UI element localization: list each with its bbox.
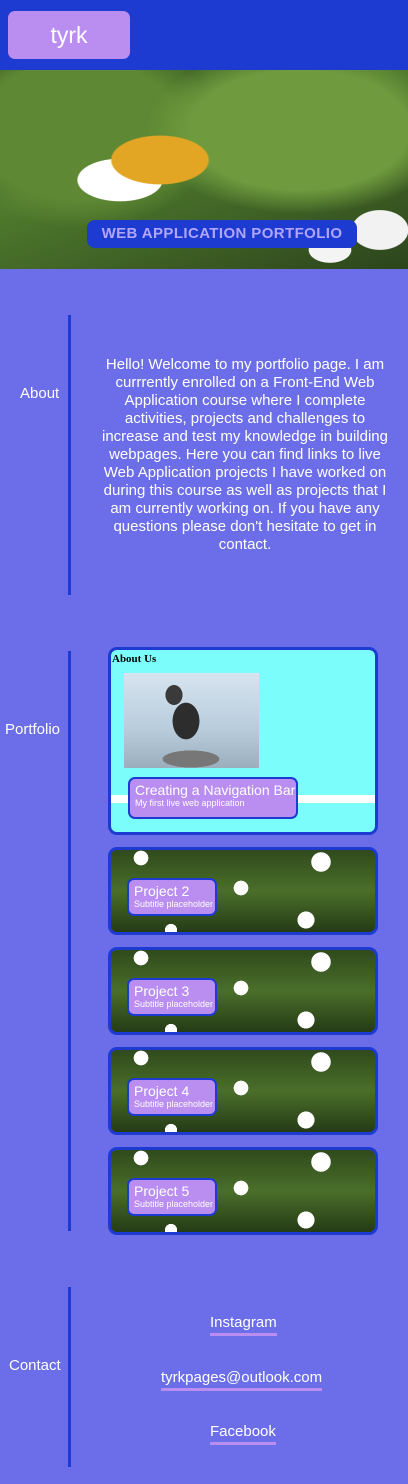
facebook-link[interactable]: Facebook	[210, 1423, 276, 1445]
about-divider	[68, 315, 71, 595]
husky-image	[124, 673, 259, 768]
project-card-1[interactable]: About Us Creating a Navigation Bar My fi…	[108, 647, 378, 835]
project-label: Project 3 Subtitle placeholder	[127, 978, 217, 1016]
portfolio-label: Portfolio	[5, 721, 61, 738]
project-label: Project 4 Subtitle placeholder	[127, 1078, 217, 1116]
instagram-link[interactable]: Instagram	[210, 1314, 277, 1336]
project-card-4[interactable]: Project 4 Subtitle placeholder	[108, 1047, 378, 1135]
logo[interactable]: tyrk	[8, 11, 130, 59]
project-title: Creating a Navigation Bar	[135, 782, 296, 798]
project-card-2[interactable]: Project 2 Subtitle placeholder	[108, 847, 378, 935]
project-label: Creating a Navigation Bar My first live …	[128, 777, 298, 819]
project-card-3[interactable]: Project 3 Subtitle placeholder	[108, 947, 378, 1035]
about-text: Hello! Welcome to my portfolio page. I a…	[101, 356, 388, 553]
portfolio-divider	[68, 651, 71, 1231]
project-label: Project 5 Subtitle placeholder	[127, 1178, 217, 1216]
header: tyrk	[0, 0, 408, 70]
project-subtitle: Subtitle placeholder	[134, 999, 214, 1009]
project-subtitle: My first live web application	[135, 798, 245, 808]
project-subtitle: Subtitle placeholder	[134, 1099, 214, 1109]
project-label: Project 2 Subtitle placeholder	[127, 878, 217, 916]
contact-divider	[68, 1287, 71, 1467]
project-title: Project 2	[134, 883, 190, 899]
project-title: Project 3	[134, 983, 190, 999]
preview-heading: About Us	[112, 653, 157, 665]
project-subtitle: Subtitle placeholder	[134, 1199, 214, 1209]
contact-label: Contact	[9, 1357, 61, 1374]
project-subtitle: Subtitle placeholder	[134, 899, 214, 909]
about-label: About	[20, 385, 60, 402]
project-card-5[interactable]: Project 5 Subtitle placeholder	[108, 1147, 378, 1235]
project-title: Project 4	[134, 1083, 190, 1099]
email-link[interactable]: tyrkpages@outlook.com	[161, 1369, 323, 1391]
hero-title: WEB APPLICATION PORTFOLIO	[87, 220, 357, 248]
project-title: Project 5	[134, 1183, 190, 1199]
